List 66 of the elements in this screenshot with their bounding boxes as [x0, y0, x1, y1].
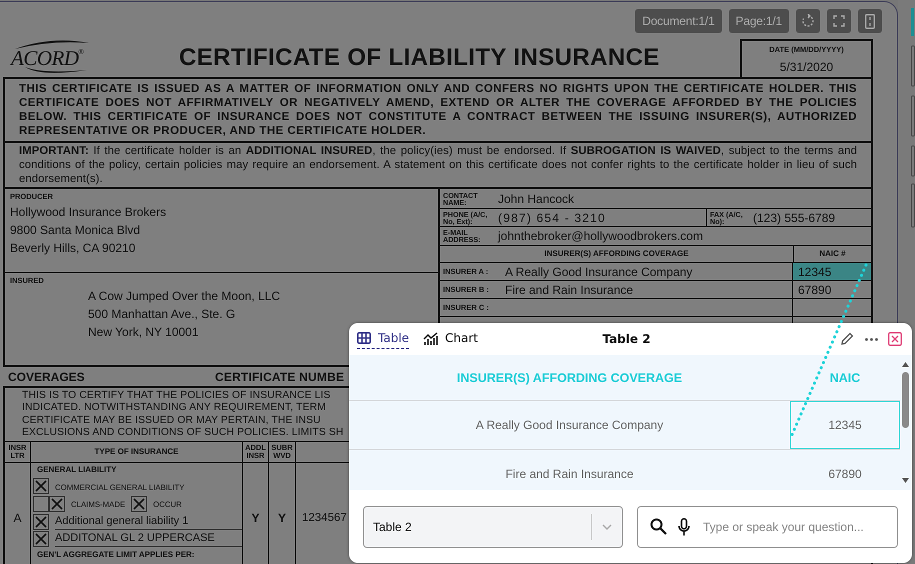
rotate-icon	[801, 14, 815, 28]
date-value: 5/31/2020	[780, 60, 834, 74]
microphone-icon	[678, 518, 690, 536]
table-select[interactable]: Table 2	[363, 506, 623, 548]
document-title: CERTIFICATE OF LIABILITY INSURANCE	[178, 44, 661, 73]
search-bar[interactable]: Type or speak your question...	[637, 506, 898, 548]
table-cell[interactable]: A Really Good Insurance Company	[349, 401, 790, 449]
panel-title: Table 2	[601, 332, 652, 346]
search-icon	[650, 518, 667, 535]
coverage-section-label: GENERAL LIABILITY	[36, 465, 118, 474]
table-cell: Y	[243, 463, 269, 564]
table-cell: Y	[269, 463, 296, 564]
logo-text: ACORD	[11, 49, 78, 67]
notice-text: THIS CERTIFICATE IS ISSUED AS A MATTER OF INFORMATION ONLY AND CONFERS NO RIGHTS UPON THE CERTIFICATE HOLDER. THIS CERTIFICATE DOES NOT AFFIRMATIVELY OR NEGATIVELY AMEND, EXTEND OR ALTER THE COVERAGE AFFORDED BY THE POLICIES BELOW. THIS CERTIFICATE OF INSURANCE DOES NOT CONSTITUTE A CONTRACT BETWEEN THE ISSUING INSURER(S), AUTHORIZED REPRESENTATIVE OR PRODUCER, AND THE CERTIFICATE HOLDER.	[3, 77, 873, 143]
rotate-button[interactable]	[796, 9, 820, 33]
notice-line: THIS IS TO CERTIFY THAT THE POLICIES OF INSURANCE LIS	[22, 390, 331, 402]
table-cell: A	[5, 463, 31, 564]
question-input[interactable]: Type or speak your question...	[701, 518, 897, 534]
notice-line: INDICATED. NOTWITHSTANDING ANY REQUIREMENT, TERM	[22, 402, 326, 415]
column-header: INSURER(S) AFFORDING COVERAGE	[440, 246, 794, 262]
coverage-entry: Additional general liability 1	[55, 513, 242, 530]
close-icon	[888, 332, 902, 346]
address-line: New York, NY 10001	[87, 324, 199, 341]
page-icon	[865, 14, 875, 28]
address-line: 500 Manhattan Ave., Ste. G	[87, 306, 236, 323]
contact-name: John Hancock	[498, 192, 574, 206]
table-cell[interactable]: 12345	[790, 401, 900, 449]
email-address: johnthebroker@hollywoodbrokers.com	[498, 229, 703, 243]
insurer-name: A Really Good Insurance Company	[505, 264, 692, 278]
chart-icon	[423, 332, 438, 344]
close-button[interactable]	[886, 330, 904, 348]
page-view-button[interactable]	[858, 9, 882, 33]
naic-cell: 12345	[793, 263, 871, 280]
view-tab[interactable]: Chart	[423, 329, 478, 349]
column-header: NAIC	[828, 370, 862, 386]
counter-button[interactable]: Page:1/1	[728, 9, 789, 33]
certificate-number-label: CERTIFICATE NUMBE	[215, 370, 344, 384]
naic-cell-text: 67890	[797, 282, 832, 298]
counter-button[interactable]: Document:1/1	[635, 9, 722, 33]
column-header: INSURER(S) AFFORDING COVERAGE	[456, 370, 684, 387]
fax-number: (123) 555-6789	[753, 210, 836, 224]
fullscreen-icon	[833, 15, 845, 27]
column-header: TYPE OF INSURANCE	[31, 442, 243, 464]
view-tab[interactable]: Table	[357, 329, 410, 349]
pencil-icon	[840, 332, 854, 346]
more-icon	[864, 338, 878, 340]
coverage-entry: ADDITONAL GL 2 UPPERCASE	[55, 530, 242, 548]
address-line: Hollywood Insurance Brokers	[10, 204, 166, 221]
table-cell[interactable]: 67890	[790, 450, 900, 490]
table-cell[interactable]: Fire and Rain Insurance	[349, 450, 790, 490]
important-notice: IMPORTANT: If the certificate holder is an ADDITIONAL INSURED, the policy(ies) must be endorsed. If SUBROGATION IS WAIVED, subject to the terms and conditions of the policy, certain policies may require an endorsement. A statement on this certificate does not confer rights to the certificate holder in lieu of such endorsement(s).	[3, 143, 873, 189]
aggregate-label: GEN'L AGGREGATE LIMIT APPLIES PER:	[36, 550, 196, 560]
column-header: NAIC #	[818, 248, 847, 260]
insurer-name: Fire and Rain Insurance	[505, 282, 634, 296]
fullscreen-button[interactable]	[827, 9, 851, 33]
notice-line: CERTIFICATE MAY BE ISSUED OR MAY PERTAIN, THE INSU	[22, 414, 321, 427]
phone-number: (987) 654 - 3210	[498, 210, 606, 224]
address-line: 9800 Santa Monica Blvd	[10, 222, 140, 239]
notice-line: EXCLUSIONS AND CONDITIONS OF SUCH POLICIES. LIMITS SH	[22, 426, 344, 440]
chevron-icon	[602, 524, 612, 530]
edit-button[interactable]	[838, 330, 856, 348]
table-cell-text: 1234567	[301, 511, 346, 526]
table-icon	[357, 332, 371, 344]
address-line: Beverly Hills, CA 90210	[10, 240, 136, 257]
address-line: A Cow Jumped Over the Moon, LLC	[87, 288, 280, 305]
section-heading: COVERAGES	[7, 370, 86, 384]
